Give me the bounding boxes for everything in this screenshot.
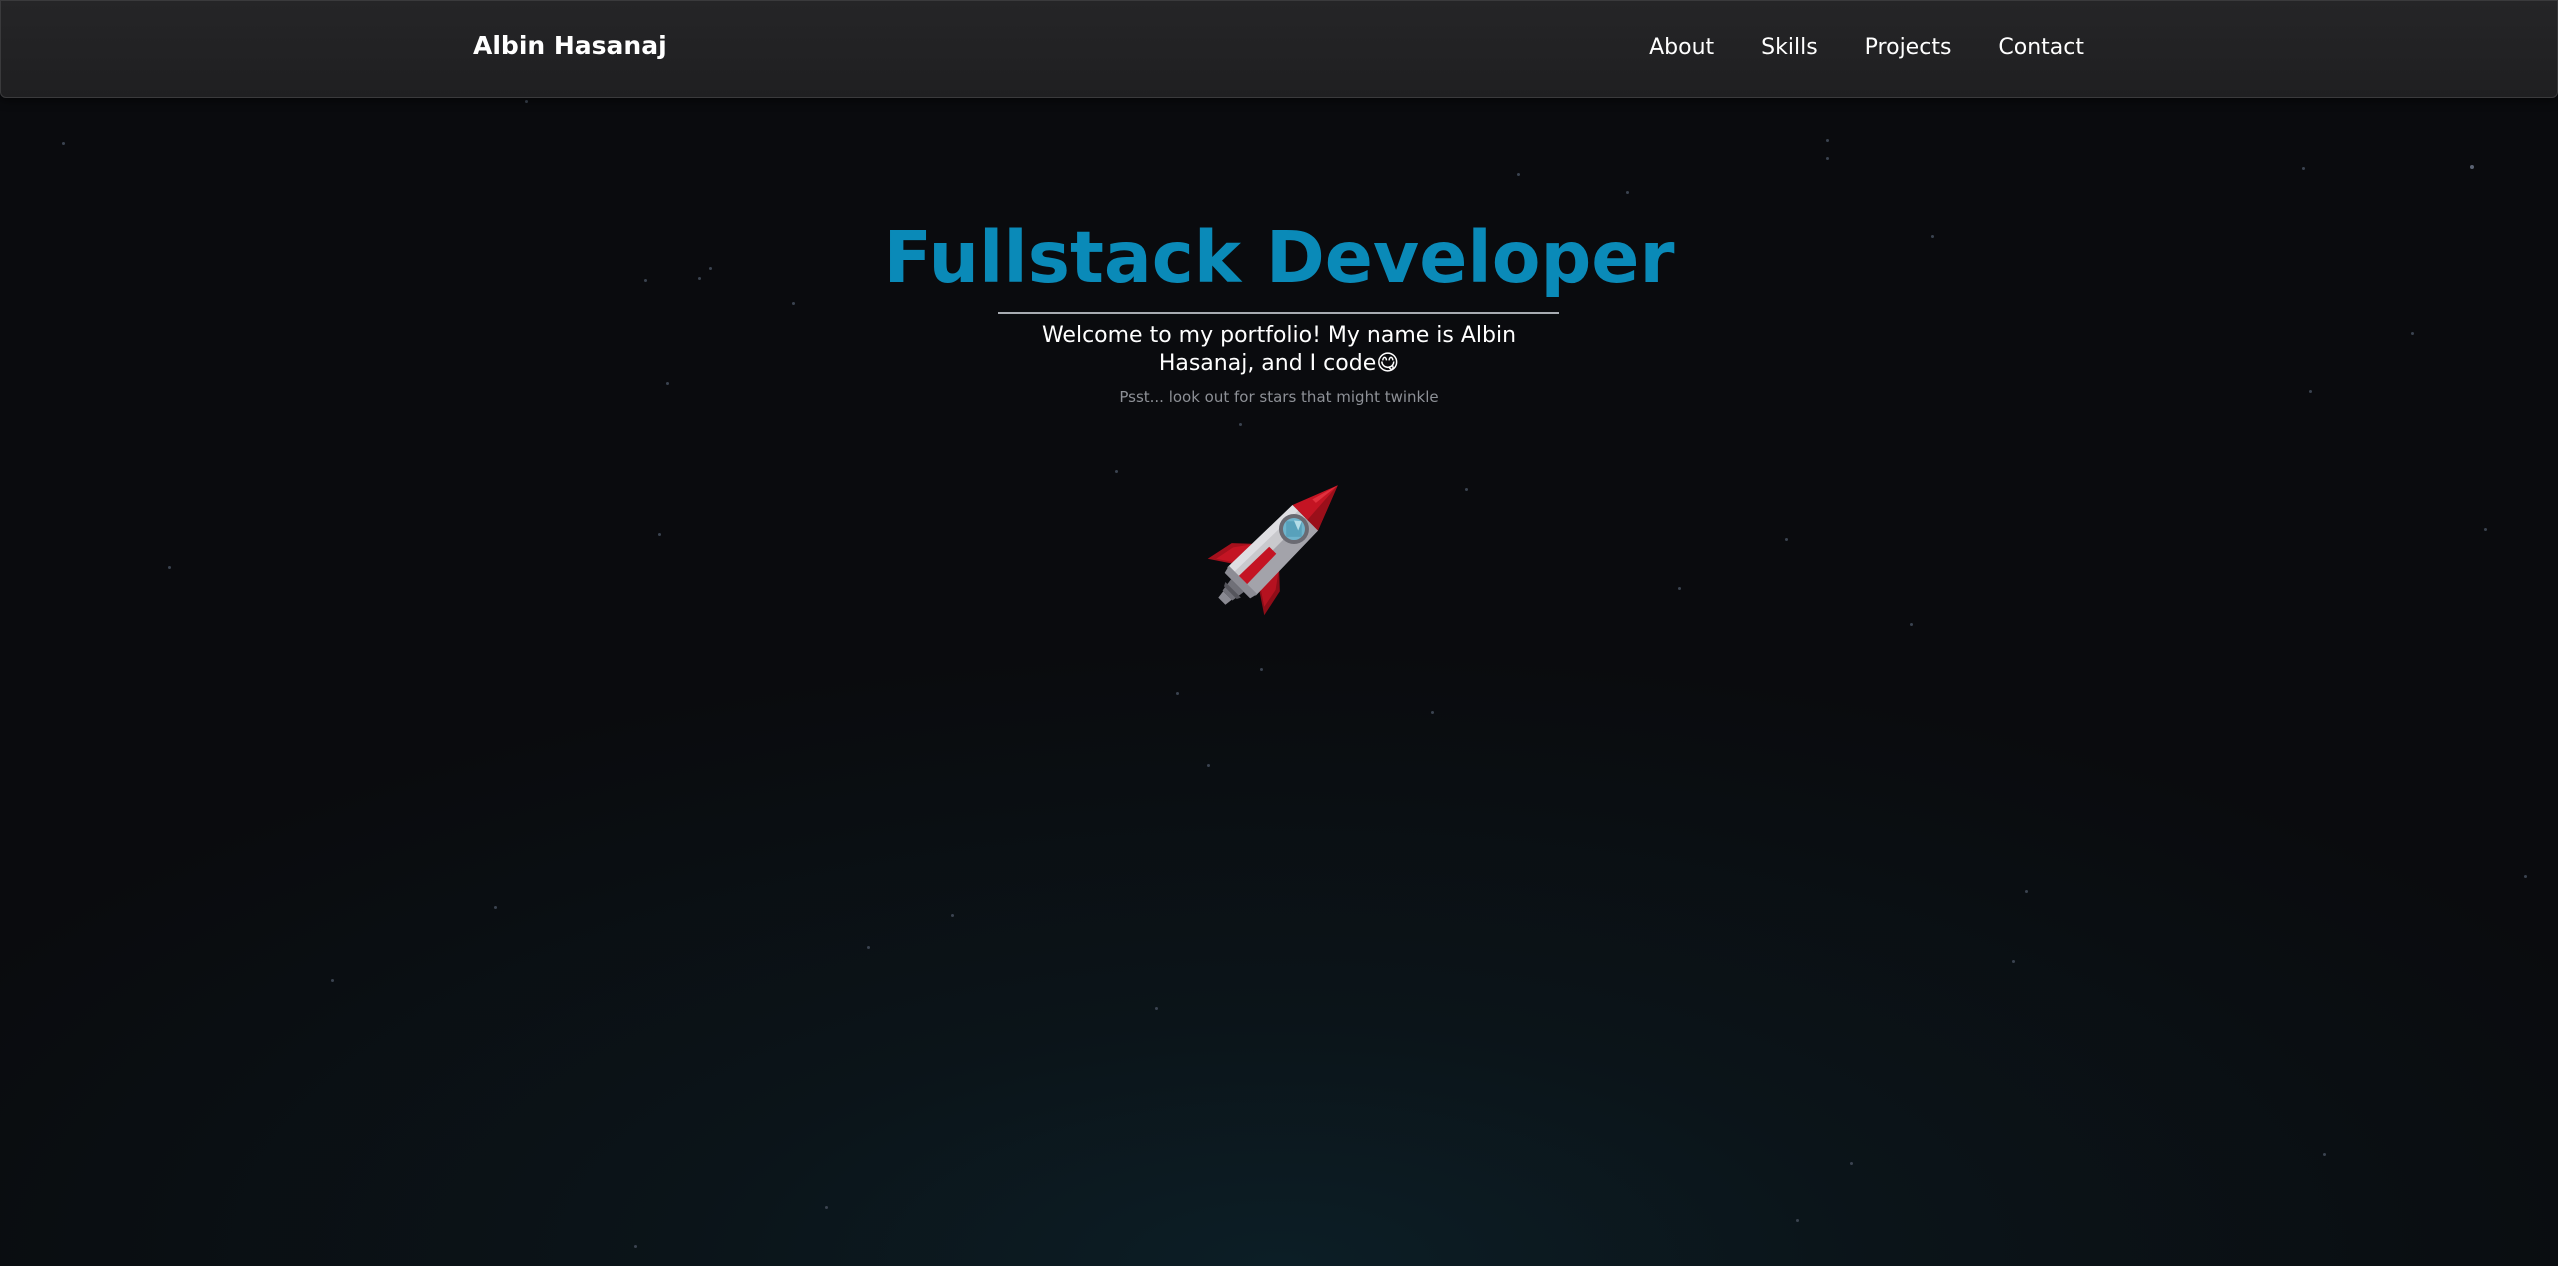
star (62, 142, 65, 145)
top-navbar: Albin Hasanaj About Skills Projects Cont… (0, 0, 2558, 98)
star (825, 1206, 828, 1209)
star (867, 946, 870, 949)
star (2524, 875, 2527, 878)
star (1207, 764, 1210, 767)
star (331, 979, 334, 982)
star (1431, 711, 1434, 714)
nav-links: About Skills Projects Contact (1649, 35, 2084, 60)
brand-logo-link[interactable]: Albin Hasanaj (473, 31, 667, 60)
nav-link-projects[interactable]: Projects (1865, 35, 1952, 60)
star (494, 906, 497, 909)
star (1826, 139, 1829, 142)
star (1678, 587, 1681, 590)
star (2484, 528, 2487, 531)
star (1239, 423, 1242, 426)
star (1260, 668, 1263, 671)
star (666, 382, 669, 385)
star (1465, 488, 1468, 491)
star (525, 100, 528, 103)
star (1626, 191, 1629, 194)
star (1517, 173, 1520, 176)
star (634, 1245, 637, 1248)
nav-link-about[interactable]: About (1649, 35, 1714, 60)
star (1176, 692, 1179, 695)
star (2323, 1153, 2326, 1156)
star (1115, 470, 1118, 473)
star (1785, 538, 1788, 541)
hero-divider (998, 312, 1559, 314)
hero-title: Fullstack Developer (883, 216, 1675, 299)
star (2012, 960, 2015, 963)
star (1826, 157, 1829, 160)
rocket-icon (1183, 452, 1371, 640)
hero-hint: Psst... look out for stars that might tw… (1119, 388, 1439, 406)
star (1850, 1162, 1853, 1165)
star (2411, 332, 2414, 335)
star (2025, 890, 2028, 893)
star (1910, 623, 1913, 626)
star (1155, 1007, 1158, 1010)
nav-link-skills[interactable]: Skills (1761, 35, 1818, 60)
star (792, 302, 795, 305)
star (2302, 167, 2305, 170)
star (168, 566, 171, 569)
star (658, 533, 661, 536)
star (1796, 1219, 1799, 1222)
star (951, 914, 954, 917)
hero-subtitle: Welcome to my portfolio! My name is Albi… (1041, 323, 1517, 376)
nav-link-contact[interactable]: Contact (1998, 35, 2084, 60)
star (2470, 165, 2474, 169)
